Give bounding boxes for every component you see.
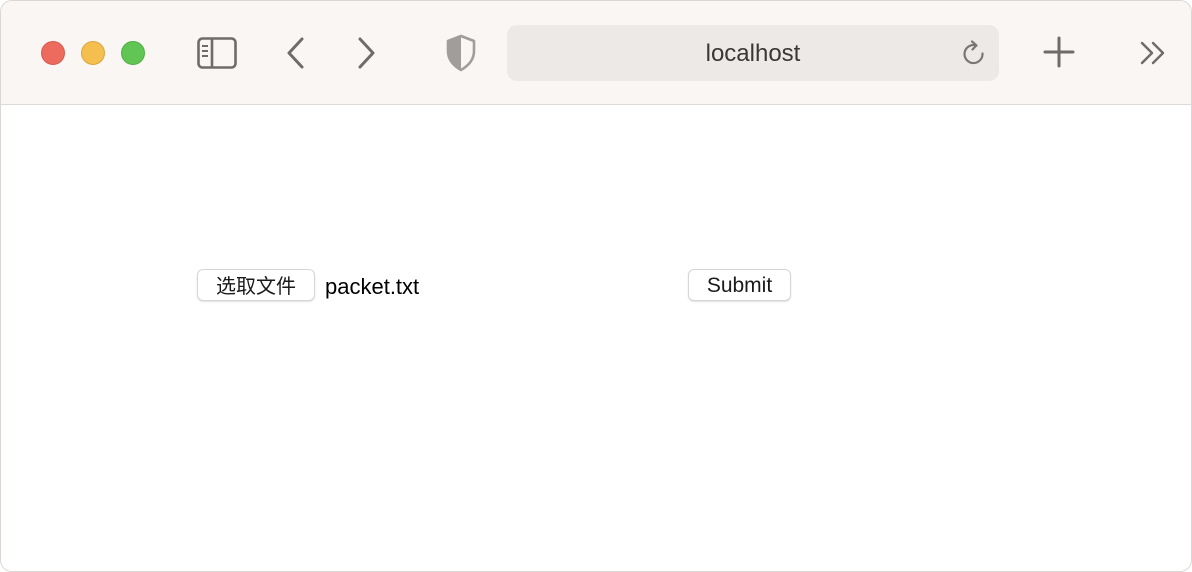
maximize-window-button[interactable] [121, 41, 145, 65]
reload-icon[interactable] [961, 40, 987, 68]
choose-file-button[interactable]: 选取文件 [197, 269, 315, 301]
close-window-button[interactable] [41, 41, 65, 65]
minimize-window-button[interactable] [81, 41, 105, 65]
plus-icon[interactable] [1041, 33, 1077, 71]
browser-toolbar: localhost [1, 1, 1191, 105]
address-text: localhost [705, 40, 801, 67]
submit-button[interactable]: Submit [688, 269, 791, 301]
shield-icon[interactable] [445, 34, 477, 72]
chevron-double-right-icon[interactable] [1137, 38, 1169, 68]
sidebar-icon[interactable] [197, 37, 237, 69]
chevron-left-icon[interactable] [283, 35, 309, 71]
selected-file-name: packet.txt [325, 274, 420, 299]
browser-window: localhost 选取文件 packet.txt Submit [0, 0, 1192, 572]
page-content: 选取文件 packet.txt Submit [1, 105, 1191, 571]
address-bar[interactable]: localhost [507, 25, 999, 81]
chevron-right-icon[interactable] [353, 35, 379, 71]
